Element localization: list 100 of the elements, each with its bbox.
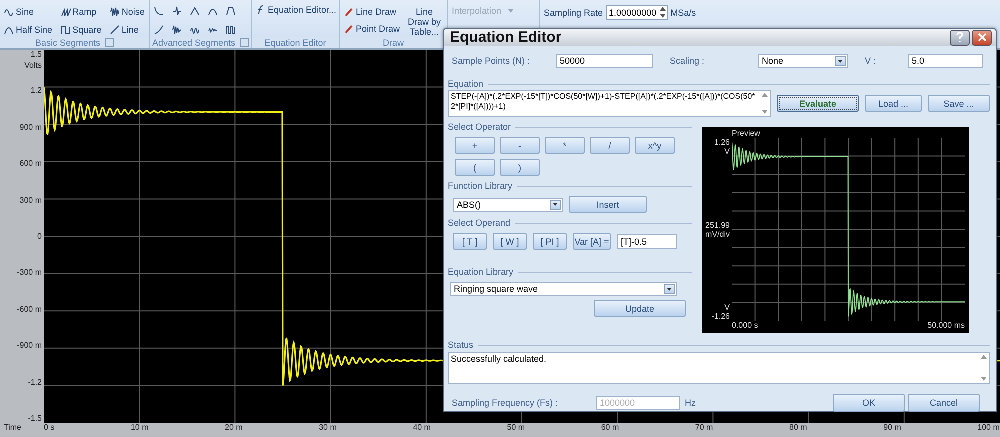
- operand-button[interactable]: [ PI ]: [533, 233, 567, 250]
- operand-button[interactable]: [ T ]: [453, 233, 487, 250]
- cancel-button[interactable]: Cancel: [908, 394, 980, 412]
- square-wave-icon: [60, 24, 71, 34]
- equation-field[interactable]: STEP(-[A])*(.2*EXP(-15*[T])*COS(50*[W])+1)-STEP([A])*(.2*EXP(-15*([A]))*(COS(50*2*[PI]*([A])))+1): [448, 90, 771, 117]
- equation-editor-button[interactable]: Equation Editor...: [256, 2, 337, 18]
- y-tick-label: 1.5: [30, 50, 42, 59]
- group-label: Equation Editor: [264, 38, 326, 48]
- field-label: Sampling Frequency (Fs) :: [451, 398, 560, 408]
- y-tick-label: -1.5: [28, 414, 42, 423]
- y-unit-label: Volts: [24, 61, 42, 70]
- scroll-up-icon[interactable]: [981, 355, 987, 359]
- variable-button[interactable]: Var [A] =: [573, 233, 611, 250]
- save-button[interactable]: Save ...: [928, 95, 990, 112]
- close-button[interactable]: [972, 30, 992, 46]
- segment-button[interactable]: Square: [60, 22, 102, 36]
- caret-icon: [508, 9, 514, 13]
- sine-wave-icon: [4, 7, 14, 17]
- draw-tool-button[interactable]: Line Draw: [344, 5, 400, 19]
- x-tick-label: 60 m: [601, 423, 620, 434]
- operator-button[interactable]: +: [455, 137, 495, 154]
- noise-wave-icon: [110, 7, 120, 17]
- update-button[interactable]: Update: [594, 300, 686, 317]
- x-tick-label: 70 m: [695, 423, 714, 434]
- scroll-up-icon[interactable]: [762, 93, 768, 97]
- load-button[interactable]: Load ...: [865, 95, 922, 112]
- x-tick-label: 10 m: [130, 423, 149, 434]
- y-tick-label: -1.2: [28, 378, 42, 387]
- operator-button[interactable]: -: [500, 137, 540, 154]
- segment-button[interactable]: Line: [110, 22, 145, 36]
- y-tick-label: 1.2: [30, 86, 42, 96]
- variable-field[interactable]: [T]-0.5: [617, 234, 677, 249]
- sample-points-field[interactable]: 50000: [556, 54, 653, 68]
- line-icon: [110, 24, 120, 34]
- function-library-dropdown[interactable]: ABS(): [453, 198, 563, 212]
- unit-label: MSa/s: [670, 8, 696, 18]
- group-label: Status: [448, 340, 474, 350]
- v-field[interactable]: 5.0: [908, 54, 983, 68]
- dialog-title: Equation Editor: [450, 29, 563, 46]
- field-label: Scaling :: [669, 56, 706, 66]
- x-tick-label: 80 m: [790, 423, 808, 434]
- segment-button[interactable]: Noise: [110, 5, 145, 19]
- x-tick-label: 90 m: [884, 423, 902, 434]
- half-sine-icon: [4, 24, 14, 34]
- group-label: Equation Library: [448, 267, 514, 277]
- line-draw-table-button[interactable]: Line Draw by Table...: [406, 2, 443, 37]
- x-scale-label: 0.000 s: [732, 321, 758, 332]
- group-label: Select Operand: [448, 218, 511, 228]
- segment-button[interactable]: Half Sine: [4, 22, 53, 36]
- preview-title: Preview: [732, 129, 762, 138]
- y-tick-label: 300 m: [20, 196, 42, 205]
- sawtooth-wave-icon: [60, 7, 71, 17]
- scroll-down-icon[interactable]: [762, 110, 768, 114]
- scaling-dropdown[interactable]: None: [758, 54, 848, 68]
- y-tick-label: -300 m: [17, 268, 42, 278]
- operand-button[interactable]: [ W ]: [493, 233, 527, 250]
- y-tick-label: 900 m: [20, 122, 42, 132]
- function-icon: [256, 5, 266, 15]
- close-icon: [978, 33, 986, 42]
- x-scale-label: 50.000 ms: [928, 321, 965, 332]
- y-tick-label: 0: [38, 232, 42, 241]
- ok-button[interactable]: OK: [833, 394, 905, 412]
- x-tick-label: 20 m: [225, 423, 243, 434]
- y-tick-label: -900 m: [17, 341, 42, 350]
- x-axis-title: Time: [3, 423, 22, 434]
- spinner-icon[interactable]: [658, 6, 667, 19]
- y-unit-label: V: [724, 147, 730, 156]
- group-label: Function Library: [448, 181, 513, 191]
- evaluate-button[interactable]: Evaluate: [777, 95, 859, 112]
- group-label: Basic Segments: [35, 38, 101, 48]
- segment-button[interactable]: Ramp: [60, 5, 102, 19]
- operator-button[interactable]: *: [545, 137, 585, 154]
- y-scale-label: 251.99: [706, 220, 730, 230]
- group-label: Advanced Segments: [152, 38, 236, 48]
- x-tick-label: 30 m: [319, 423, 337, 434]
- field-label: Sample Points (N) :: [451, 56, 532, 66]
- status-field: Successfully calculated.: [448, 352, 990, 384]
- y-scale-label: 1.26: [714, 138, 730, 147]
- group-label: Select Operator: [448, 122, 512, 132]
- operator-button[interactable]: (: [455, 159, 495, 176]
- x-tick-label: 0 s: [44, 423, 55, 434]
- x-tick-label: 50 m: [507, 423, 526, 434]
- x-tick-label: 40 m: [413, 423, 431, 434]
- sampling-rate-field[interactable]: 1.00000000: [606, 5, 668, 20]
- field-label: V :: [864, 56, 878, 66]
- x-tick-label: 100 m: [978, 423, 1000, 434]
- y-tick-label: 600 m: [20, 159, 42, 168]
- y-unit-label: V: [724, 303, 730, 312]
- equation-library-dropdown[interactable]: Ringing square wave: [450, 282, 677, 296]
- group-label: Equation: [448, 79, 484, 89]
- operator-button[interactable]: x^y: [635, 137, 675, 154]
- y-scale-label: -1.26: [712, 312, 730, 321]
- operator-button[interactable]: /: [590, 137, 630, 154]
- draw-tool-button[interactable]: Point Draw: [344, 22, 400, 36]
- operator-button[interactable]: ): [500, 159, 540, 176]
- segment-button[interactable]: Sine: [4, 5, 53, 19]
- help-button[interactable]: [950, 30, 970, 46]
- help-icon: [956, 32, 964, 43]
- insert-button[interactable]: Insert: [569, 196, 647, 213]
- scroll-down-icon[interactable]: [981, 377, 987, 381]
